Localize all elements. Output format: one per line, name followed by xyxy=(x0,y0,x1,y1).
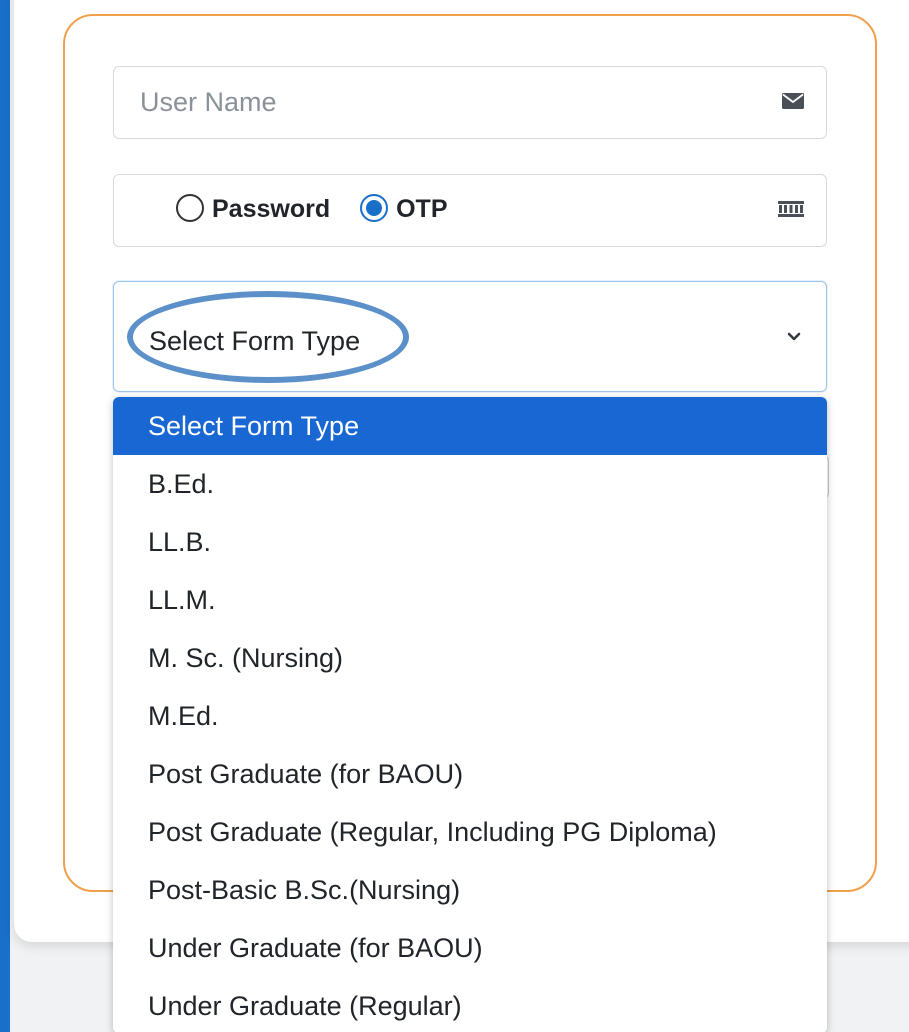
chevron-down-icon xyxy=(787,332,801,341)
username-input[interactable] xyxy=(114,67,754,138)
otp-radio[interactable] xyxy=(360,193,389,222)
form-type-option[interactable]: Under Graduate (for BAOU) xyxy=(113,919,827,977)
form-type-option[interactable]: M. Sc. (Nursing) xyxy=(113,629,827,687)
page: Password OTP Select Form Type Select For… xyxy=(0,0,909,1032)
form-type-dropdown-list: Select Form Type B.Ed. LL.B. LL.M. M. Sc… xyxy=(113,397,827,1032)
form-type-select[interactable]: Select Form Type xyxy=(113,281,827,392)
form-type-option[interactable]: Post Graduate (for BAOU) xyxy=(113,745,827,803)
left-accent-bar xyxy=(0,0,10,1032)
form-type-option[interactable]: Post-Basic B.Sc.(Nursing) xyxy=(113,861,827,919)
form-type-selected-value: Select Form Type xyxy=(149,326,361,356)
password-radio-label[interactable]: Password xyxy=(212,195,330,224)
keypad-icon xyxy=(778,201,804,217)
auth-method-radio-group: Password OTP xyxy=(176,193,478,224)
auth-method-field: Password OTP xyxy=(113,174,827,247)
password-radio[interactable] xyxy=(176,193,204,222)
otp-radio-label[interactable]: OTP xyxy=(396,195,447,224)
username-field xyxy=(113,66,827,139)
form-type-option[interactable]: Post Graduate (Regular, Including PG Dip… xyxy=(113,803,827,861)
form-type-option[interactable]: M.Ed. xyxy=(113,687,827,745)
form-type-option[interactable]: B.Ed. xyxy=(113,455,827,513)
form-type-option[interactable]: Under Graduate (Regular) xyxy=(113,977,827,1032)
form-type-option[interactable]: LL.M. xyxy=(113,571,827,629)
form-type-option[interactable]: LL.B. xyxy=(113,513,827,571)
form-type-option[interactable]: Select Form Type xyxy=(113,397,827,455)
envelope-icon xyxy=(782,93,804,109)
